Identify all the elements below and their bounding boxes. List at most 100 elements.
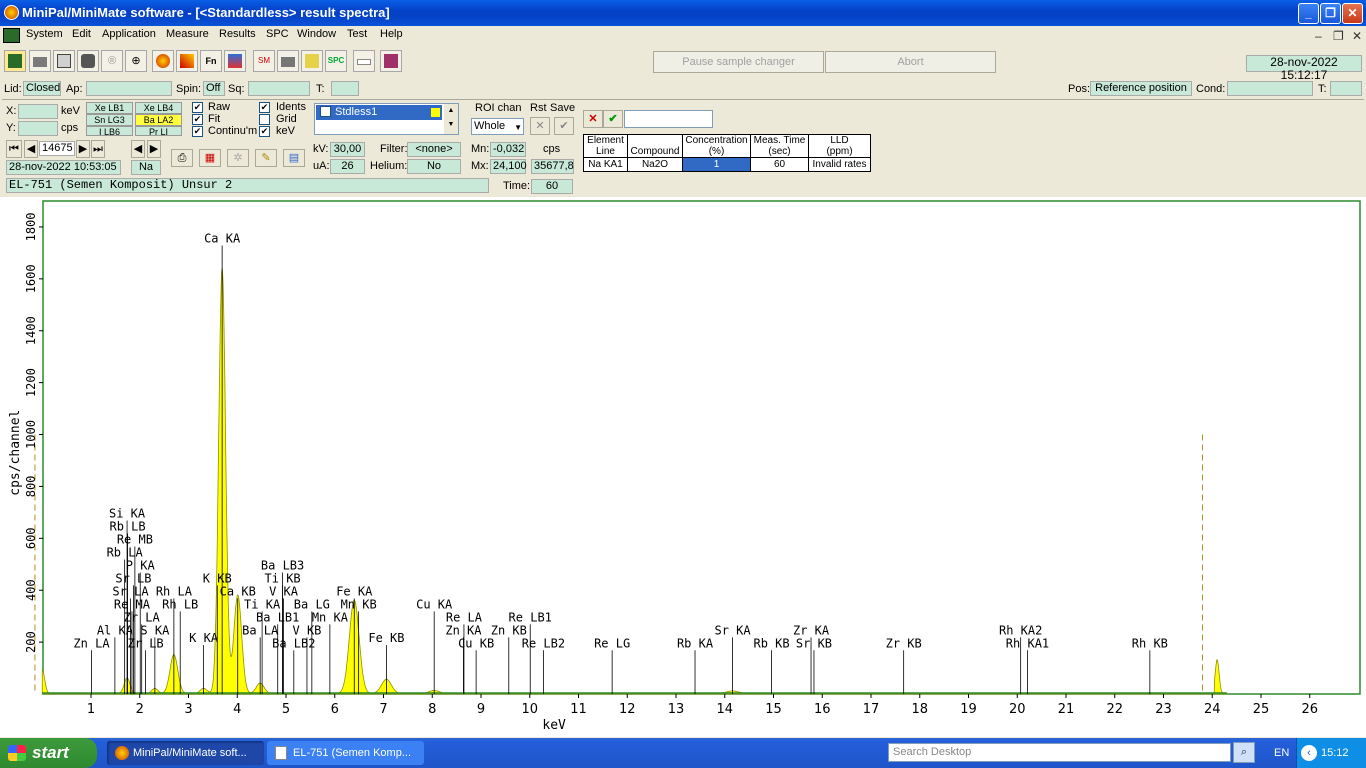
menu-edit[interactable]: Edit — [72, 28, 91, 40]
mdi-minimize-icon[interactable]: – — [1315, 29, 1322, 43]
registered-icon[interactable]: ® — [101, 50, 123, 72]
blank-tool-icon[interactable] — [353, 50, 375, 72]
table-cell[interactable]: Na2O — [627, 157, 683, 172]
prev-spectrum-icon[interactable]: ◀ — [24, 140, 38, 158]
desktop-search-input[interactable]: Search Desktop — [888, 743, 1231, 762]
taskbar-item-document[interactable]: EL-751 (Semen Komp... — [267, 741, 424, 765]
print-icon[interactable]: ⎙ — [171, 149, 193, 167]
line-cell[interactable]: Pr LI — [135, 126, 182, 136]
rst-label: Rst — [530, 102, 547, 114]
y-tick-label: 600 — [24, 527, 38, 549]
sample-changer-icon[interactable] — [77, 50, 99, 72]
menu-help[interactable]: Help — [380, 28, 403, 40]
peak-label: Fe KA — [336, 584, 373, 598]
x-tick-label: 21 — [1058, 702, 1075, 717]
last-spectrum-icon[interactable]: ⏭ — [91, 140, 105, 158]
calibrate-icon[interactable] — [176, 50, 198, 72]
next-spectrum-icon[interactable]: ▶ — [76, 140, 90, 158]
grid-checkbox[interactable] — [259, 114, 270, 125]
target-icon[interactable]: ⊕ — [125, 50, 147, 72]
x-tick-label: 11 — [570, 702, 587, 717]
menu-spc[interactable]: SPC — [266, 28, 289, 40]
line-cell[interactable]: I LB6 — [86, 126, 133, 136]
peak-label: Rh KA1 — [1006, 636, 1049, 650]
taskbar-item-minipal[interactable]: MiniPal/MiniMate soft... — [107, 741, 264, 765]
next-element-icon[interactable]: ▶ — [147, 140, 161, 158]
kev-checkbox[interactable]: ✔ — [259, 126, 270, 137]
start-button[interactable]: start — [0, 738, 97, 768]
first-spectrum-icon[interactable]: ⏮ — [6, 140, 22, 158]
mx-label: Mx: — [471, 160, 489, 172]
table-cell[interactable]: Na KA1 — [583, 157, 628, 172]
peak-label: Re MB — [117, 533, 153, 547]
reset-roi-button[interactable]: ✕ — [530, 117, 550, 135]
table-row[interactable]: Na KA1 Na2O 1 60 Invalid rates — [583, 157, 871, 172]
mdi-restore-icon[interactable]: ❐ — [1333, 29, 1344, 43]
report-icon[interactable]: ▦ — [199, 149, 221, 167]
spectrum-plot-area[interactable]: Ca KA Si KA Rb LB Re MB Rb LA P KA Sr LB Sr LA R… — [0, 197, 1366, 737]
spectrum-chart[interactable]: Ca KASi KARb LBRe MBRb LAP KASr LBSr LA R… — [0, 197, 1366, 737]
sq-value — [248, 81, 310, 96]
spectrum-list[interactable]: ✔ Stdless1 ▲ ▼ — [314, 103, 459, 135]
print-report-icon[interactable] — [277, 50, 299, 72]
cancel-icon[interactable]: ✕ — [583, 110, 603, 128]
pause-sample-changer-button[interactable]: Pause sample changer — [653, 51, 824, 73]
menu-test[interactable]: Test — [347, 28, 367, 40]
spectra-view-button[interactable] — [4, 50, 26, 72]
window-title: MiniPal/MiniMate software - [<Standardle… — [22, 5, 390, 20]
prev-element-icon[interactable]: ◀ — [131, 140, 145, 158]
t2-label: T: — [1318, 83, 1327, 95]
start-label: start — [32, 743, 69, 762]
spectrum-visible-checkbox[interactable]: ✔ — [320, 106, 331, 117]
close-button[interactable]: ✕ — [1342, 3, 1363, 24]
list-scrollbar[interactable]: ▲ ▼ — [444, 104, 458, 134]
continuum-checkbox[interactable]: ✔ — [192, 126, 203, 137]
calculator-icon[interactable] — [53, 50, 75, 72]
spectrum-number[interactable]: 14675 — [39, 141, 75, 156]
fn-icon[interactable]: Fn — [200, 50, 222, 72]
roi-select[interactable]: Whole ▼ — [471, 118, 524, 135]
show-hidden-icons-icon[interactable]: ‹ — [1301, 745, 1317, 761]
notebook-icon[interactable] — [301, 50, 323, 72]
table-cell-selected[interactable]: 1 — [682, 157, 751, 172]
accept-icon[interactable]: ✔ — [603, 110, 623, 128]
t-label: T: — [316, 83, 325, 95]
spectrum-match-icon[interactable]: SM — [253, 50, 275, 72]
entry-field[interactable] — [624, 110, 713, 128]
line-cell[interactable]: Xe LB1 — [86, 102, 133, 114]
table-cell[interactable]: Invalid rates — [808, 157, 871, 172]
raw-checkbox[interactable]: ✔ — [192, 102, 203, 113]
line-cell[interactable]: Sn LG3 — [86, 114, 133, 126]
tools-icon[interactable]: ✲ — [227, 149, 249, 167]
search-icon[interactable]: ⌕ — [1233, 742, 1255, 763]
save-roi-button[interactable]: ✔ — [554, 117, 574, 135]
menu-application[interactable]: Application — [102, 28, 156, 40]
mdi-close-icon[interactable]: ✕ — [1352, 29, 1362, 43]
document-icon[interactable] — [3, 28, 20, 43]
maximize-button[interactable]: ❐ — [1320, 3, 1341, 24]
book-icon[interactable] — [380, 50, 402, 72]
idents-checkbox[interactable]: ✔ — [259, 102, 270, 113]
peak-label: Ca KB — [220, 584, 256, 598]
minimize-button[interactable]: _ — [1298, 3, 1319, 24]
peak-label: Ba LG — [294, 597, 330, 611]
menu-measure[interactable]: Measure — [166, 28, 209, 40]
peak-label: Re LG — [594, 636, 630, 650]
spc-icon[interactable]: SPC — [325, 50, 347, 72]
menu-system[interactable]: System — [26, 28, 63, 40]
line-cell[interactable]: Xe LB4 — [135, 102, 182, 114]
menu-window[interactable]: Window — [297, 28, 336, 40]
abort-button[interactable]: Abort — [825, 51, 996, 73]
notes-icon[interactable]: ✎ — [255, 149, 277, 167]
table-cell[interactable]: 60 — [750, 157, 809, 172]
stats-icon[interactable]: ▤ — [283, 149, 305, 167]
printer-icon[interactable] — [29, 50, 51, 72]
language-indicator[interactable]: EN — [1274, 747, 1289, 759]
menu-results[interactable]: Results — [219, 28, 256, 40]
tube-icon[interactable] — [152, 50, 174, 72]
spectrum-list-item[interactable]: ✔ Stdless1 — [316, 105, 442, 120]
fit-checkbox[interactable]: ✔ — [192, 114, 203, 125]
line-cell-selected[interactable]: Ba LA2 — [135, 114, 182, 126]
chart-icon[interactable] — [224, 50, 246, 72]
app-icon[interactable] — [4, 5, 19, 20]
